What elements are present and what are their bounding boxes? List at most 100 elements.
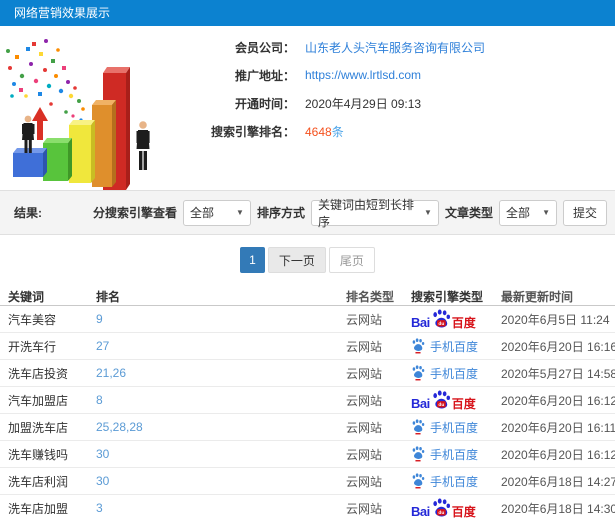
info-row-open-time: 开通时间： 2020年4月29日 09:13 xyxy=(185,89,600,117)
engine-type-cell: Bai du 百度 xyxy=(403,473,493,490)
page-header-bar: 网络营销效果展示 xyxy=(0,0,615,26)
rank-count: 4648 xyxy=(305,124,332,139)
keyword-cell: 洗车赚钱吗 xyxy=(8,447,69,462)
account-summary-section: 会员公司： 山东老人头汽车服务咨询有限公司 推广地址： https://www.… xyxy=(0,26,615,190)
sort-select[interactable]: 关键词由短到长排序 ▼ xyxy=(310,198,439,229)
rank-link[interactable]: 25,28,28 xyxy=(96,420,143,434)
mobile-baidu-paw-icon xyxy=(412,473,425,489)
updated-cell: 2020年5月27日 14:58 xyxy=(501,366,615,381)
table-row: 汽车加盟店 8 云网站 Bai du 百度 2020年6月20日 16:12 xyxy=(0,387,615,414)
baidu-logo-du-text: du xyxy=(438,321,444,327)
pagination-page-1[interactable]: 1 xyxy=(240,247,265,273)
keyword-cell: 洗车店加盟 xyxy=(8,501,69,516)
mobile-baidu-logo: 手机百度 xyxy=(411,419,478,436)
engine-filter-label: 分搜索引擎查看 xyxy=(92,206,177,220)
rank-link[interactable]: 9 xyxy=(96,312,103,326)
keyword-cell: 加盟洗车店 xyxy=(8,420,69,435)
keyword-cell: 开洗车行 xyxy=(8,339,57,354)
rank-link[interactable]: 3 xyxy=(96,501,103,515)
engine-type-cell: Bai du 百度 xyxy=(403,365,493,382)
table-row: 洗车店利润 30 云网站 Bai du 百度 xyxy=(0,468,615,495)
info-row-url: 推广地址： https://www.lrtlsd.com xyxy=(185,61,600,89)
mobile-baidu-label: 手机百度 xyxy=(430,474,479,489)
pagination-last-button[interactable]: 尾页 xyxy=(328,247,375,273)
mobile-baidu-paw-icon xyxy=(412,419,425,435)
engine-type-cell: Bai du 百度 xyxy=(403,390,493,410)
results-section-label: 结果: xyxy=(14,206,42,220)
updated-cell: 2020年6月18日 14:27 xyxy=(501,474,615,489)
engine-rank-label: 搜索引擎排名： xyxy=(210,124,295,139)
rank-link[interactable]: 8 xyxy=(96,393,103,407)
chevron-down-icon: ▼ xyxy=(542,208,550,217)
rank-link[interactable]: 21,26 xyxy=(96,366,126,380)
rank-link[interactable]: 30 xyxy=(96,474,109,488)
chevron-down-icon: ▼ xyxy=(236,208,244,217)
rank-cell: 8 xyxy=(88,393,338,407)
rank-unit: 条 xyxy=(331,124,344,139)
submit-button[interactable]: 提交 xyxy=(562,199,607,226)
keywords-table: 关键词 排名 排名类型 搜索引擎类型 最新更新时间 汽车美容 9 云网站 Bai… xyxy=(0,287,615,520)
pagination-next-button[interactable]: 下一页 xyxy=(267,247,326,273)
mobile-baidu-logo: 手机百度 xyxy=(411,365,478,382)
rank-cell: 9 xyxy=(88,312,338,326)
results-filter-bar: 结果: 分搜索引擎查看 全部 ▼ 排序方式 关键词由短到长排序 ▼ 文章类型 全… xyxy=(0,190,615,235)
mobile-baidu-logo: 手机百度 xyxy=(411,473,478,490)
rank-cell: 30 xyxy=(88,474,338,488)
baidu-logo-bai-text: Bai xyxy=(411,504,430,518)
mobile-baidu-label: 手机百度 xyxy=(430,366,479,381)
open-time-label: 开通时间： xyxy=(234,96,295,111)
keyword-cell: 洗车店投资 xyxy=(8,366,69,381)
sort-selected-value: 关键词由短到长排序 xyxy=(317,197,414,229)
engine-rank-value: 4648条 xyxy=(305,123,344,140)
baidu-paw-icon: du xyxy=(433,498,450,517)
info-row-rank: 搜索引擎排名： 4648条 xyxy=(185,117,600,145)
rank-cell: 27 xyxy=(88,339,338,353)
promotion-url-label: 推广地址： xyxy=(234,68,295,83)
baidu-logo-du-text: du xyxy=(438,402,444,408)
rank-link[interactable]: 30 xyxy=(96,447,109,461)
header-keyword: 关键词 xyxy=(8,289,45,304)
updated-cell: 2020年6月5日 11:24 xyxy=(501,312,610,327)
article-type-select[interactable]: 全部 ▼ xyxy=(498,199,557,226)
updated-cell: 2020年6月20日 16:16 xyxy=(501,339,615,354)
rank-type-cell: 云网站 xyxy=(346,474,383,489)
rank-type-cell: 云网站 xyxy=(346,366,383,381)
filter-controls: 分搜索引擎查看 全部 ▼ 排序方式 关键词由短到长排序 ▼ 文章类型 全部 ▼ … xyxy=(92,198,607,229)
header-engine-type: 搜索引擎类型 xyxy=(411,289,484,304)
engine-type-cell: Bai du 百度 xyxy=(403,419,493,436)
mobile-baidu-paw-icon xyxy=(412,365,425,381)
rank-cell: 25,28,28 xyxy=(88,420,338,434)
bar-chart-illustration xyxy=(0,26,185,190)
company-link[interactable]: 山东老人头汽车服务咨询有限公司 xyxy=(305,39,485,56)
rank-type-cell: 云网站 xyxy=(346,393,383,408)
engine-type-cell: Bai du 百度 xyxy=(403,498,493,518)
table-row: 加盟洗车店 25,28,28 云网站 Bai du 百度 xyxy=(0,414,615,441)
rank-type-cell: 云网站 xyxy=(346,447,383,462)
table-row: 洗车店加盟 3 云网站 Bai du 百度 2020年6月18日 14:30 xyxy=(0,495,615,520)
engine-filter-select[interactable]: 全部 ▼ xyxy=(182,199,251,226)
baidu-logo: Bai du 百度 xyxy=(411,309,476,329)
mobile-baidu-logo: 手机百度 xyxy=(411,338,478,355)
table-row: 汽车美容 9 云网站 Bai du 百度 2020年6月5日 11:24 xyxy=(0,306,615,333)
table-row: 洗车赚钱吗 30 云网站 Bai du 百度 xyxy=(0,441,615,468)
updated-cell: 2020年6月20日 16:11 xyxy=(501,420,615,435)
company-label: 会员公司： xyxy=(234,40,295,55)
header-rank-type: 排名类型 xyxy=(346,289,395,304)
mobile-baidu-logo: 手机百度 xyxy=(411,446,478,463)
sort-label: 排序方式 xyxy=(256,206,305,220)
page-title: 网络营销效果展示 xyxy=(14,6,111,20)
baidu-logo-cn-text: 百度 xyxy=(451,505,476,518)
open-time-value: 2020年4月29日 09:13 xyxy=(305,96,422,111)
rank-cell: 3 xyxy=(88,501,338,515)
rank-link[interactable]: 27 xyxy=(96,339,109,353)
chevron-down-icon: ▼ xyxy=(424,208,432,217)
info-row-company: 会员公司： 山东老人头汽车服务咨询有限公司 xyxy=(185,33,600,61)
keyword-cell: 汽车加盟店 xyxy=(8,393,69,408)
promotion-url-link[interactable]: https://www.lrtlsd.com xyxy=(305,68,421,82)
pagination: 1 下一页 尾页 xyxy=(0,247,615,273)
rising-bar-chart-with-businessmen-illustration xyxy=(6,39,150,190)
rank-cell: 21,26 xyxy=(88,366,338,380)
baidu-logo: Bai du 百度 xyxy=(411,390,476,410)
table-row: 洗车店投资 21,26 云网站 Bai du 百度 xyxy=(0,360,615,387)
account-info: 会员公司： 山东老人头汽车服务咨询有限公司 推广地址： https://www.… xyxy=(185,26,615,190)
